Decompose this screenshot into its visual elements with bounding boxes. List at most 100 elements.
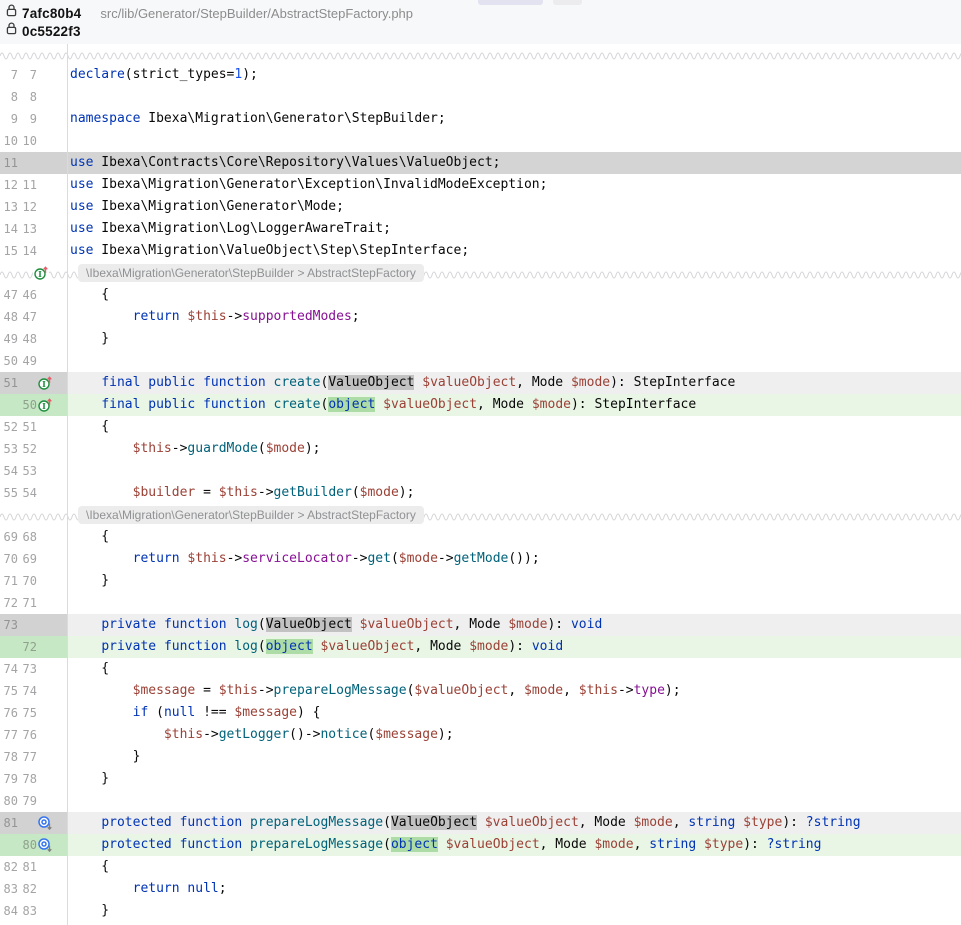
diff-row: 5049	[0, 350, 961, 372]
diff-row: 8483 }	[0, 900, 961, 922]
code-line[interactable]: use Ibexa\Contracts\Core\Repository\Valu…	[67, 152, 961, 174]
code-line[interactable]	[67, 592, 961, 614]
old-line-number: 75	[0, 680, 18, 702]
breadcrumb[interactable]: \Ibexa\Migration\Generator\StepBuilder >…	[78, 506, 424, 524]
diff-row: 4746 {	[0, 284, 961, 306]
diff-row: 8079	[0, 790, 961, 812]
gutter: 4746	[0, 284, 67, 306]
old-line-number: 51	[0, 372, 18, 394]
diff-row: 7877 }	[0, 746, 961, 768]
code-line[interactable]	[67, 460, 961, 482]
code-line[interactable]: }	[67, 768, 961, 790]
gutter: 8382	[0, 878, 67, 900]
gutter: 77	[0, 64, 67, 86]
code-line[interactable]: }	[67, 570, 961, 592]
diff-row: 7675 if (null !== $message) {	[0, 702, 961, 724]
code-line[interactable]: {	[67, 658, 961, 680]
new-line-number: 46	[19, 284, 37, 306]
method-is-overridden-icon[interactable]	[37, 815, 53, 831]
code-line[interactable]: use Ibexa\Migration\Generator\Exception\…	[67, 174, 961, 196]
code-line[interactable]: if (null !== $message) {	[67, 702, 961, 724]
method-is-overridden-icon[interactable]	[37, 837, 53, 853]
code-line[interactable]: }	[67, 328, 961, 350]
code-line[interactable]: private function log(object $valueObject…	[67, 636, 961, 658]
new-line-number: 74	[19, 680, 37, 702]
old-line-number: 52	[0, 416, 18, 438]
diff-row: 99namespace Ibexa\Migration\Generator\St…	[0, 108, 961, 130]
gutter: 1413	[0, 218, 67, 240]
new-line-number: 52	[19, 438, 37, 460]
collapsed-region-header[interactable]: \Ibexa\Migration\Generator\StepBuilder >…	[0, 504, 961, 526]
code-line[interactable]: {	[67, 284, 961, 306]
new-line-number: 51	[19, 416, 37, 438]
code-line[interactable]: use Ibexa\Migration\ValueObject\Step\Ste…	[67, 240, 961, 262]
old-line-number: 70	[0, 548, 18, 570]
code-line[interactable]: return $this->supportedModes;	[67, 306, 961, 328]
code-line[interactable]: {	[67, 856, 961, 878]
diff-row-removed: 81 protected function prepareLogMessage(…	[0, 812, 961, 834]
old-line-number: 15	[0, 240, 18, 262]
code-line[interactable]: return $this->serviceLocator->get($mode-…	[67, 548, 961, 570]
collapsed-region-header[interactable]: I \Ibexa\Migration\Generator\StepBuilder …	[0, 262, 961, 284]
gutter: 7877	[0, 746, 67, 768]
diff-row-added: 72 private function log(object $valueObj…	[0, 636, 961, 658]
old-line-number: 76	[0, 702, 18, 724]
code-line[interactable]: $this->getLogger()->notice($message);	[67, 724, 961, 746]
code-line[interactable]: {	[67, 416, 961, 438]
code-line[interactable]: return null;	[67, 878, 961, 900]
old-line-number: 77	[0, 724, 18, 746]
new-line-number: 75	[19, 702, 37, 724]
collapsed-region-separator[interactable]	[0, 44, 961, 64]
old-line-number: 49	[0, 328, 18, 350]
code-line[interactable]: $builder = $this->getBuilder($mode);	[67, 482, 961, 504]
code-line[interactable]: use Ibexa\Migration\Generator\Mode;	[67, 196, 961, 218]
code-line[interactable]: protected function prepareLogMessage(Val…	[67, 812, 961, 834]
old-line-number: 84	[0, 900, 18, 922]
diff-row: 5352 $this->guardMode($mode);	[0, 438, 961, 460]
code-line[interactable]: $message = $this->prepareLogMessage($val…	[67, 680, 961, 702]
old-line-number: 71	[0, 570, 18, 592]
code-line[interactable]	[67, 790, 961, 812]
new-line-number: 47	[19, 306, 37, 328]
code-line[interactable]: final public function create(ValueObject…	[67, 372, 961, 394]
code-line[interactable]	[67, 86, 961, 108]
code-line[interactable]	[67, 130, 961, 152]
new-line-number: 54	[19, 482, 37, 504]
old-line-number: 54	[0, 460, 18, 482]
diff-row: 7473 {	[0, 658, 961, 680]
old-line-number: 50	[0, 350, 18, 372]
breadcrumb[interactable]: \Ibexa\Migration\Generator\StepBuilder >…	[78, 264, 424, 282]
code-line[interactable]: }	[67, 746, 961, 768]
code-line[interactable]	[67, 350, 961, 372]
svg-text:I: I	[42, 401, 46, 411]
cropped-toolbar-button[interactable]	[553, 0, 582, 5]
cropped-toolbar-button[interactable]	[478, 0, 543, 5]
new-line-number: 77	[19, 746, 37, 768]
code-line[interactable]: final public function create(object $val…	[67, 394, 961, 416]
svg-text:I: I	[42, 379, 46, 389]
code-line[interactable]: namespace Ibexa\Migration\Generator\Step…	[67, 108, 961, 130]
gutter: 1211	[0, 174, 67, 196]
implements-interface-method-icon[interactable]: I	[37, 375, 53, 391]
new-line-number: 81	[19, 856, 37, 878]
code-line[interactable]: {	[67, 526, 961, 548]
old-line-number: 13	[0, 196, 18, 218]
diff-row: 7776 $this->getLogger()->notice($message…	[0, 724, 961, 746]
code-line[interactable]: protected function prepareLogMessage(obj…	[67, 834, 961, 856]
code-line[interactable]: declare(strict_types=1);	[67, 64, 961, 86]
code-line[interactable]: }	[67, 900, 961, 922]
code-line[interactable]: use Ibexa\Migration\Log\LoggerAwareTrait…	[67, 218, 961, 240]
diff-row: 7574 $message = $this->prepareLogMessage…	[0, 680, 961, 702]
old-line-number: 53	[0, 438, 18, 460]
implements-interface-method-icon[interactable]: I	[33, 265, 49, 281]
code-line[interactable]: $this->guardMode($mode);	[67, 438, 961, 460]
gutter: 81	[0, 812, 67, 834]
old-line-number: 11	[0, 152, 18, 174]
old-line-number: 81	[0, 812, 18, 834]
new-line-number: 76	[19, 724, 37, 746]
implements-interface-method-icon[interactable]: I	[37, 397, 53, 413]
code-line[interactable]: private function log(ValueObject $valueO…	[67, 614, 961, 636]
diff-row: 1312use Ibexa\Migration\Generator\Mode;	[0, 196, 961, 218]
new-line-number: 7	[19, 64, 37, 86]
diff-row: 7069 return $this->serviceLocator->get($…	[0, 548, 961, 570]
